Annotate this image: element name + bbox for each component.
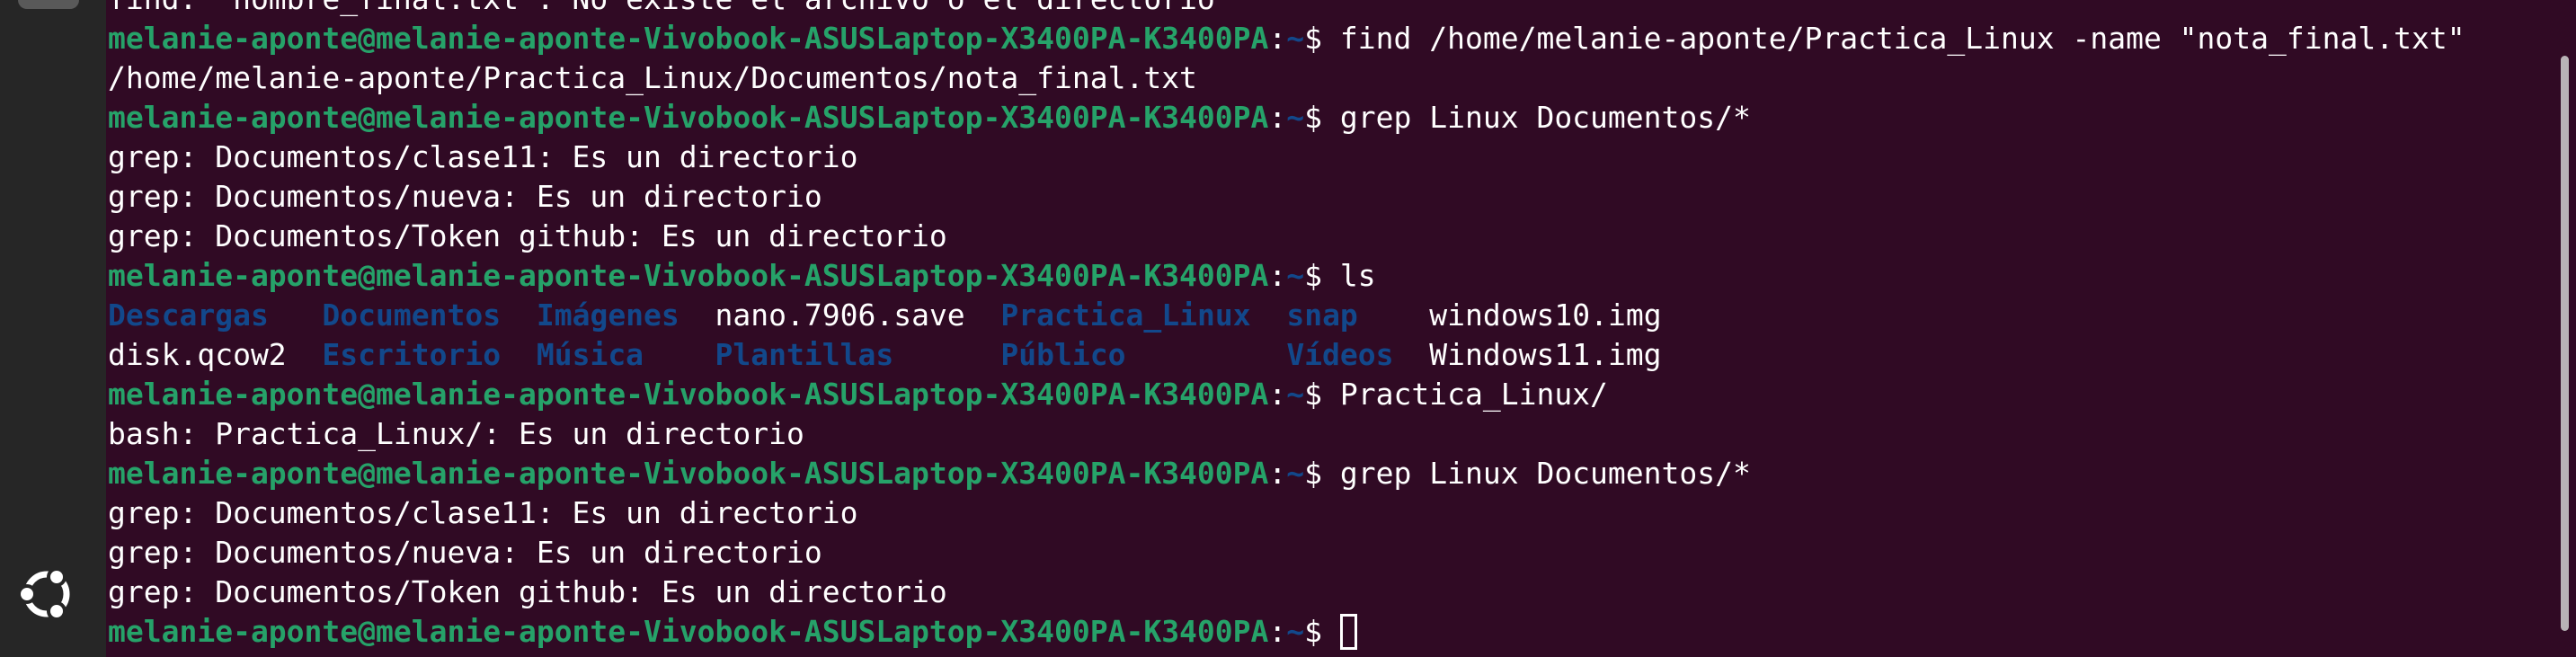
prompt-separator: : <box>1268 21 1287 56</box>
prompt-user-host: melanie-aponte@melanie-aponte-Vivobook-A… <box>108 456 1269 491</box>
output-text: bash: Practica_Linux/: Es un directorio <box>108 416 804 451</box>
output-line: grep: Documentos/Token github: Es un dir… <box>108 217 2465 256</box>
prompt-separator: : <box>1268 456 1287 491</box>
prompt-symbol: $ <box>1304 456 1340 491</box>
text-cursor[interactable] <box>1339 614 1357 650</box>
terminal-window[interactable]: find: ‘nombre_final.txt’: No existe el a… <box>106 0 2551 657</box>
output-text: /home/melanie-aponte/Practica_Linux/Docu… <box>108 60 1197 95</box>
output-line: grep: Documentos/Token github: Es un dir… <box>108 573 2465 612</box>
ls-file: Windows11.img <box>1393 337 1662 372</box>
ls-file: windows10.img <box>1357 297 1662 333</box>
command-line: melanie-aponte@melanie-aponte-Vivobook-A… <box>108 19 2465 58</box>
ls-directory: Imágenes <box>536 297 715 333</box>
prompt-separator: : <box>1268 377 1287 412</box>
output-text: grep: Documentos/Token github: Es un dir… <box>108 574 947 609</box>
ls-file: disk.qcow2 <box>108 337 323 372</box>
ls-directory: Practica_Linux <box>1000 297 1251 333</box>
prompt-path: ~ <box>1286 456 1305 491</box>
output-line: grep: Documentos/clase11: Es un director… <box>108 138 2465 177</box>
ls-output-row: Descargas Documentos Imágenes nano.7906.… <box>108 296 2465 335</box>
desktop: find: ‘nombre_final.txt’: No existe el a… <box>0 0 2576 657</box>
prompt-separator: : <box>1268 614 1287 649</box>
prompt-symbol: $ <box>1304 614 1340 649</box>
prompt-path: ~ <box>1286 377 1305 412</box>
prompt-separator: : <box>1268 258 1287 293</box>
output-line: /home/melanie-aponte/Practica_Linux/Docu… <box>108 58 2465 98</box>
prompt-path: ~ <box>1286 21 1305 56</box>
prompt-user-host: melanie-aponte@melanie-aponte-Vivobook-A… <box>108 258 1269 293</box>
ls-directory: Vídeos <box>1286 337 1394 372</box>
output-text: find: ‘nombre_final.txt’: No existe el a… <box>108 0 1215 16</box>
output-text: grep: Documentos/clase11: Es un director… <box>108 495 858 530</box>
prompt-user-host: melanie-aponte@melanie-aponte-Vivobook-A… <box>108 614 1269 649</box>
prompt-symbol: $ <box>1304 21 1340 56</box>
ls-directory: snap <box>1286 297 1358 333</box>
prompt-symbol: $ <box>1304 100 1340 135</box>
prompt-symbol: $ <box>1304 258 1340 293</box>
output-line: grep: Documentos/nueva: Es un directorio <box>108 177 2465 217</box>
ls-file: nano.7906.save <box>715 297 1001 333</box>
command-text: grep Linux Documentos/* <box>1339 100 1751 135</box>
ls-directory: Documentos <box>322 297 537 333</box>
ls-directory: Descargas <box>108 297 323 333</box>
ls-output-row: disk.qcow2 Escritorio Música Plantillas … <box>108 335 2465 375</box>
command-text: ls <box>1339 258 1376 293</box>
command-line: melanie-aponte@melanie-aponte-Vivobook-A… <box>108 612 2465 652</box>
scrollbar-thumb[interactable] <box>2561 56 2569 631</box>
ls-directory: Escritorio <box>322 337 537 372</box>
prompt-path: ~ <box>1286 258 1305 293</box>
command-text: grep Linux Documentos/* <box>1339 456 1751 491</box>
prompt-path: ~ <box>1286 100 1305 135</box>
output-line: grep: Documentos/nueva: Es un directorio <box>108 533 2465 573</box>
command-line: melanie-aponte@melanie-aponte-Vivobook-A… <box>108 256 2465 296</box>
output-text: grep: Documentos/Token github: Es un dir… <box>108 218 947 253</box>
ls-directory: Música <box>536 337 715 372</box>
output-text: grep: Documentos/nueva: Es un directorio <box>108 535 822 570</box>
prompt-user-host: melanie-aponte@melanie-aponte-Vivobook-A… <box>108 377 1269 412</box>
terminal-output[interactable]: find: ‘nombre_final.txt’: No existe el a… <box>108 0 2465 652</box>
prompt-symbol: $ <box>1304 377 1340 412</box>
command-line: melanie-aponte@melanie-aponte-Vivobook-A… <box>108 454 2465 493</box>
ls-file <box>1251 297 1287 333</box>
terminal-scrollbar[interactable] <box>2551 0 2576 657</box>
ubuntu-logo-icon <box>17 567 70 621</box>
output-text: grep: Documentos/clase11: Es un director… <box>108 139 858 174</box>
ubuntu-show-apps-icon[interactable] <box>13 560 81 628</box>
prompt-path: ~ <box>1286 614 1305 649</box>
prompt-separator: : <box>1268 100 1287 135</box>
ls-directory: Público <box>1000 337 1126 372</box>
dock <box>0 0 106 657</box>
command-text: Practica_Linux/ <box>1339 377 1608 412</box>
output-line: grep: Documentos/clase11: Es un director… <box>108 493 2465 533</box>
output-text: grep: Documentos/nueva: Es un directorio <box>108 179 822 214</box>
dock-app-icon[interactable] <box>18 0 79 9</box>
output-line: bash: Practica_Linux/: Es un directorio <box>108 414 2465 454</box>
command-text: find /home/melanie-aponte/Practica_Linux… <box>1339 21 2465 56</box>
output-line: find: ‘nombre_final.txt’: No existe el a… <box>108 0 2465 19</box>
prompt-user-host: melanie-aponte@melanie-aponte-Vivobook-A… <box>108 21 1269 56</box>
command-line: melanie-aponte@melanie-aponte-Vivobook-A… <box>108 375 2465 414</box>
ls-file <box>1126 337 1287 372</box>
command-line: melanie-aponte@melanie-aponte-Vivobook-A… <box>108 98 2465 138</box>
ls-directory: Plantillas <box>715 337 1001 372</box>
prompt-user-host: melanie-aponte@melanie-aponte-Vivobook-A… <box>108 100 1269 135</box>
